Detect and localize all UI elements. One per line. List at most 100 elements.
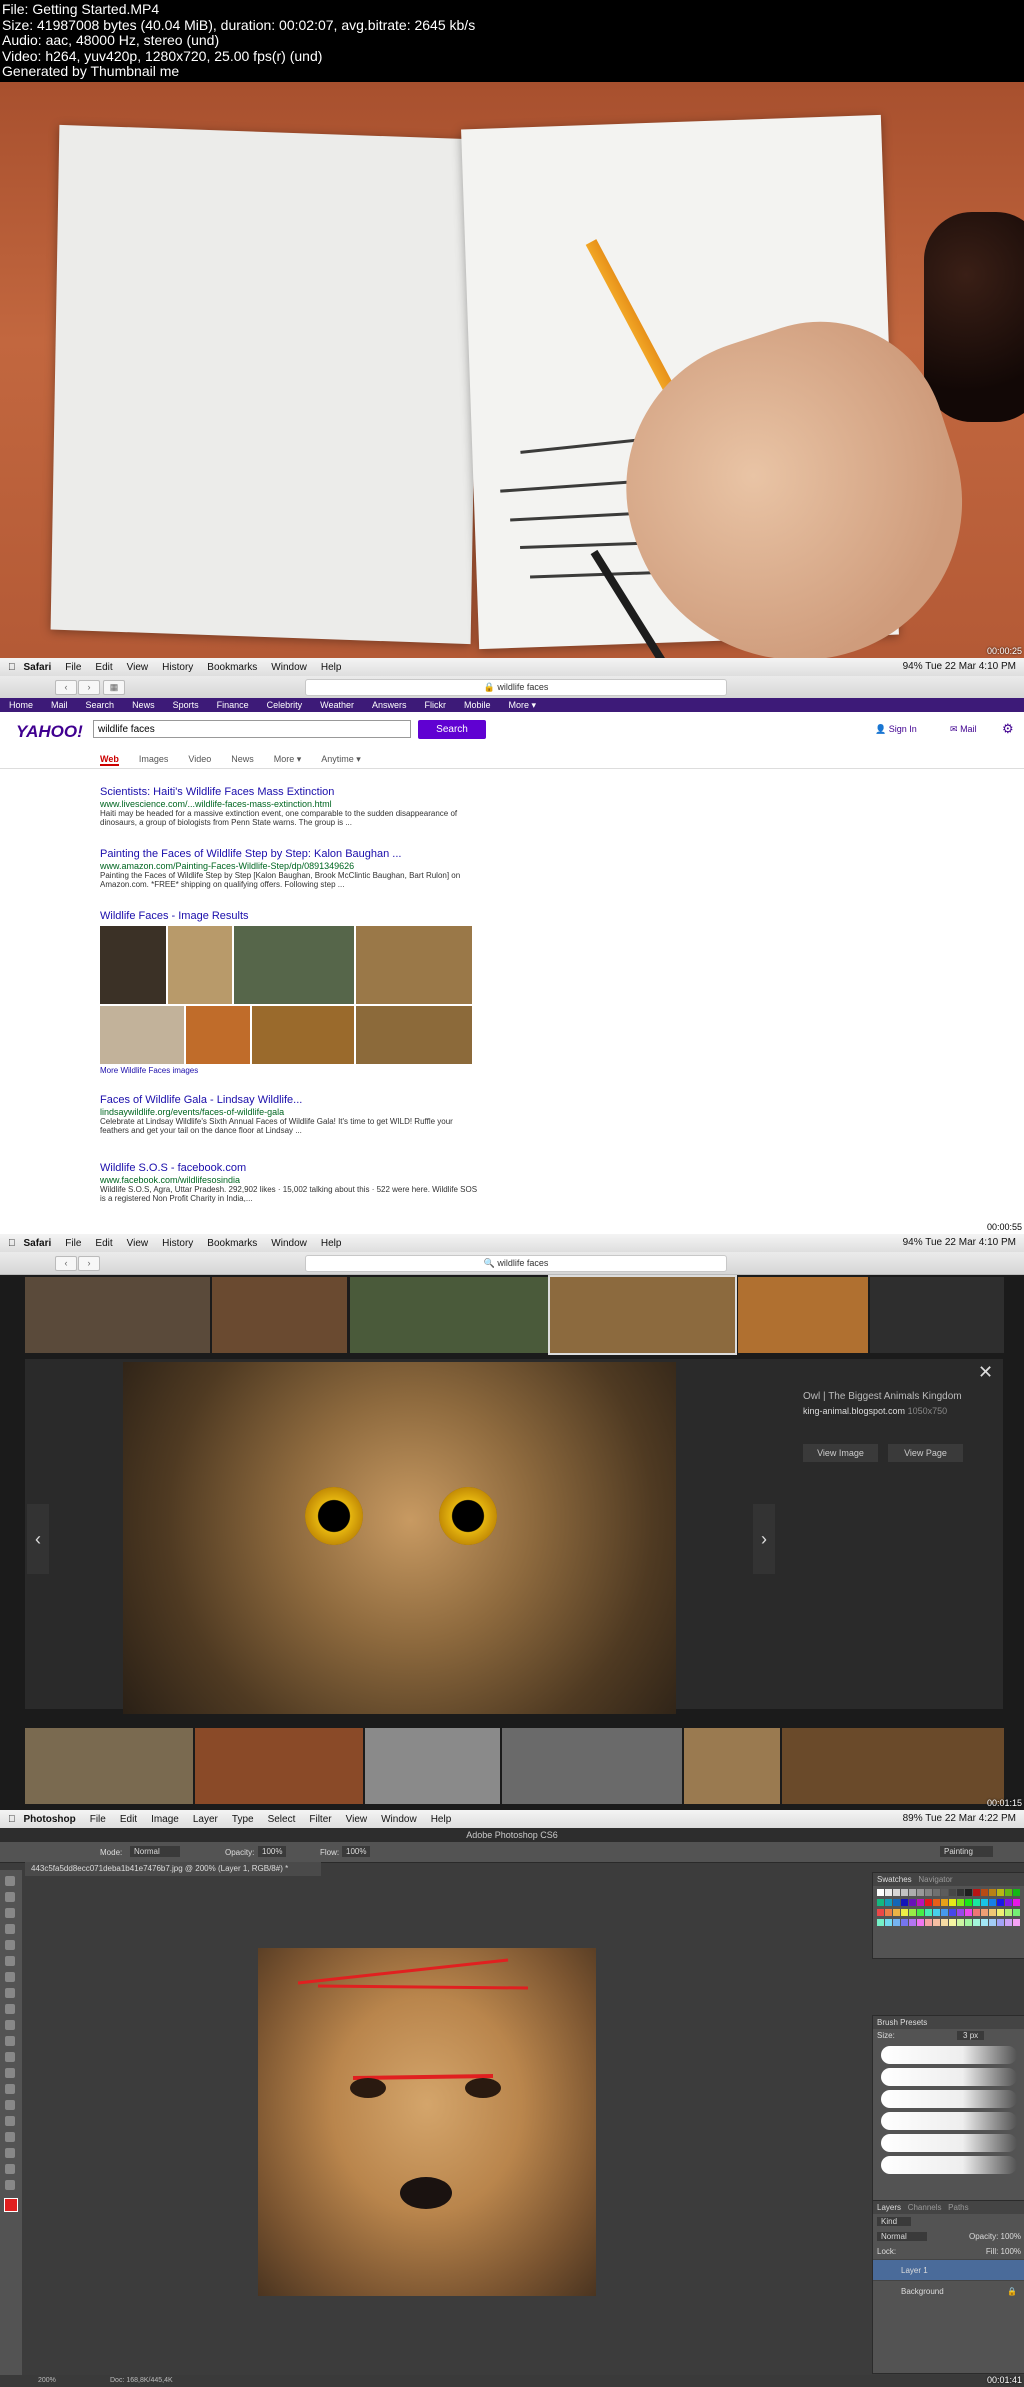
swatch[interactable] [877,1899,884,1906]
thumb-leopard[interactable] [168,926,232,1004]
swatch[interactable] [917,1889,924,1896]
swatch[interactable] [941,1909,948,1916]
menu-window[interactable]: Window [271,1238,307,1249]
swatch[interactable] [981,1919,988,1926]
more-images-link[interactable]: More Wildlife Faces images [100,1066,198,1075]
result-url[interactable]: www.livescience.com/...wildlife-faces-ma… [100,799,480,809]
swatch[interactable] [1005,1919,1012,1926]
caption-site[interactable]: king-animal.blogspot.com [803,1406,905,1416]
next-arrow[interactable]: › [753,1504,775,1574]
swatch[interactable] [949,1889,956,1896]
opacity-field[interactable]: 100% [258,1846,287,1857]
healing-tool-icon[interactable] [5,1972,15,1982]
swatch[interactable] [1013,1919,1020,1926]
nav-flickr[interactable]: Flickr [425,700,447,710]
swatch-grid[interactable] [873,1886,1024,1932]
swatch[interactable] [981,1899,988,1906]
swatch[interactable] [909,1909,916,1916]
swatch[interactable] [997,1889,1004,1896]
swatch[interactable] [885,1889,892,1896]
result-title[interactable]: Faces of Wildlife Gala - Lindsay Wildlif… [100,1094,480,1106]
brush-preset[interactable] [881,2156,1017,2174]
swatch[interactable] [981,1909,988,1916]
swatch[interactable] [957,1899,964,1906]
back-button[interactable]: ‹ [55,1256,77,1271]
apple-icon[interactable]:  [8,1814,16,1825]
tab-layers[interactable]: Layers [877,2203,901,2212]
swatch[interactable] [933,1889,940,1896]
menu-edit[interactable]: Edit [95,1238,112,1249]
swatch[interactable] [965,1899,972,1906]
swatch[interactable] [917,1919,924,1926]
swatch[interactable] [893,1889,900,1896]
swatch[interactable] [901,1909,908,1916]
path-select-icon[interactable] [5,2132,15,2142]
swatch[interactable] [933,1909,940,1916]
tab-paths[interactable]: Paths [948,2203,968,2212]
strip-thumb[interactable] [782,1728,1004,1804]
swatch[interactable] [957,1889,964,1896]
history-brush-icon[interactable] [5,2020,15,2030]
sidebar-button[interactable]: ▦ [103,680,125,695]
menu-help[interactable]: Help [321,1238,342,1249]
swatch[interactable] [893,1899,900,1906]
menu-help[interactable]: Help [321,662,342,673]
result-title[interactable]: Wildlife S.O.S - facebook.com [100,1162,480,1174]
menu-photoshop[interactable]: Photoshop [24,1814,76,1825]
document-tab[interactable]: 443c5fa5dd8ecc071deba1b41e7476b7.jpg @ 2… [25,1862,321,1876]
swatch[interactable] [949,1899,956,1906]
menu-bookmarks[interactable]: Bookmarks [207,1238,257,1249]
mail-link[interactable]: ✉ Mail [950,724,977,735]
tab-news[interactable]: News [231,754,254,766]
search-input[interactable]: wildlife faces [93,720,411,738]
pen-tool-icon[interactable] [5,2100,15,2110]
nav-mobile[interactable]: Mobile [464,700,491,710]
hand-tool-icon[interactable] [5,2164,15,2174]
swatch[interactable] [901,1889,908,1896]
zoom-level[interactable]: 200% [38,2377,56,2384]
swatch[interactable] [933,1919,940,1926]
shape-tool-icon[interactable] [5,2148,15,2158]
kind-filter[interactable]: Kind [877,2217,912,2226]
thumb-panda[interactable] [234,926,354,1004]
blend-mode-select[interactable]: Normal [877,2232,927,2241]
menu-safari[interactable]: Safari [24,1238,52,1249]
menu-window[interactable]: Window [271,662,307,673]
brush-preset[interactable] [881,2090,1017,2108]
swatch[interactable] [997,1909,1004,1916]
brush-preset[interactable] [881,2068,1017,2086]
thumb-lion[interactable] [252,1006,354,1064]
swatch[interactable] [885,1919,892,1926]
nav-celebrity[interactable]: Celebrity [267,700,303,710]
strip-thumb-selected[interactable] [548,1275,737,1355]
nav-finance[interactable]: Finance [217,700,249,710]
layer-opacity[interactable]: Opacity: 100% [969,2232,1021,2241]
menu-file[interactable]: File [90,1814,106,1825]
result-title[interactable]: Painting the Faces of Wildlife Step by S… [100,848,480,860]
lasso-tool-icon[interactable] [5,1908,15,1918]
forward-button[interactable]: › [78,1256,100,1271]
menu-layer[interactable]: Layer [193,1814,218,1825]
swatch[interactable] [925,1919,932,1926]
eraser-tool-icon[interactable] [5,2036,15,2046]
swatch[interactable] [957,1919,964,1926]
brush-tool-icon[interactable] [5,1988,15,1998]
tab-channels[interactable]: Channels [908,2203,942,2212]
brush-preset[interactable] [881,2112,1017,2130]
nav-home[interactable]: Home [9,700,33,710]
brush-preset[interactable] [881,2046,1017,2064]
menu-select[interactable]: Select [268,1814,296,1825]
mode-select[interactable]: Normal [130,1846,180,1857]
swatch[interactable] [1005,1909,1012,1916]
swatch[interactable] [965,1909,972,1916]
swatch[interactable] [917,1899,924,1906]
menu-file[interactable]: File [65,662,81,673]
eyedropper-tool-icon[interactable] [5,1956,15,1966]
zoom-tool-icon[interactable] [5,2180,15,2190]
address-bar[interactable]: 🔒 wildlife faces [305,679,727,696]
menu-bookmarks[interactable]: Bookmarks [207,662,257,673]
nav-answers[interactable]: Answers [372,700,407,710]
foreground-color-swatch[interactable] [4,2198,18,2212]
nav-weather[interactable]: Weather [320,700,354,710]
swatch[interactable] [885,1899,892,1906]
